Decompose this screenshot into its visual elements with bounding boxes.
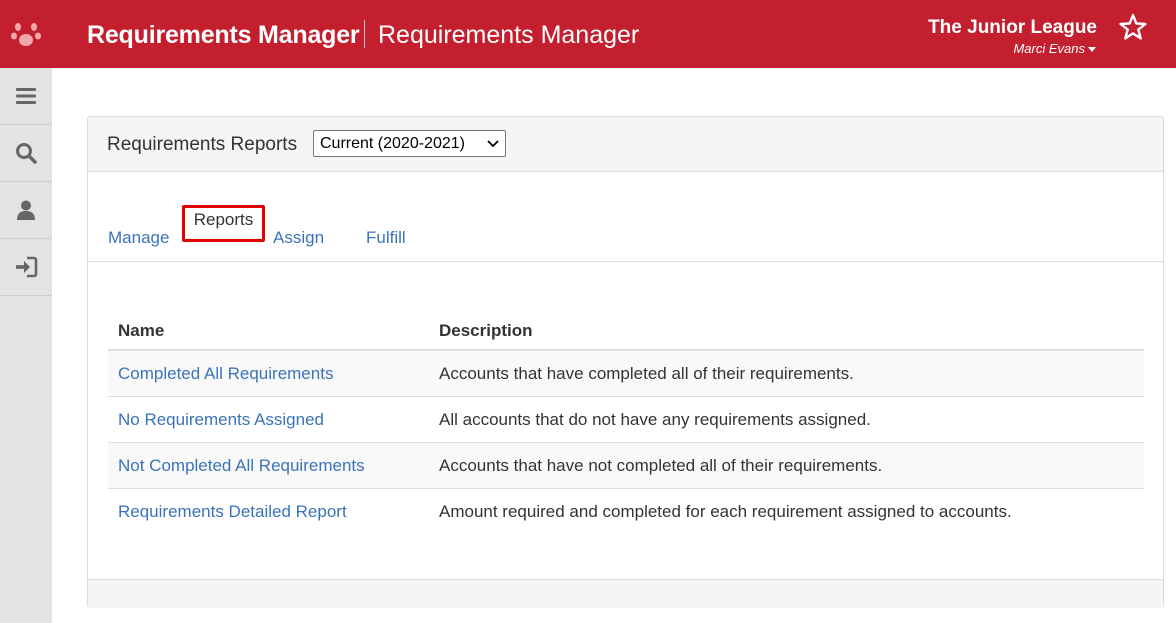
tab-fulfill[interactable]: Fulfill — [366, 227, 406, 249]
user-name: Marci Evans — [1013, 41, 1085, 56]
panel-title: Requirements Reports — [107, 134, 298, 155]
report-description: All accounts that do not have any requir… — [429, 396, 1144, 443]
paw-logo-icon[interactable] — [0, 0, 52, 68]
table-row: Completed All Requirements Accounts that… — [108, 350, 1144, 397]
report-description: Accounts that have not completed all of … — [429, 442, 1144, 489]
panel-heading: Requirements Reports Current (2020-2021) — [88, 117, 1163, 172]
chevron-down-icon — [487, 139, 499, 147]
table-header-row: Name Description — [108, 313, 1144, 351]
table-row: No Requirements Assigned All accounts th… — [108, 396, 1144, 443]
report-description: Accounts that have completed all of thei… — [429, 350, 1144, 397]
table-row: Not Completed All Requirements Accounts … — [108, 442, 1144, 489]
requirements-reports-panel: Requirements Reports Current (2020-2021)… — [87, 116, 1164, 608]
tab-assign[interactable]: Assign — [273, 227, 324, 249]
tab-manage[interactable]: Manage — [108, 227, 169, 249]
star-icon[interactable] — [1118, 12, 1148, 42]
sidebar-logout-button[interactable] — [0, 239, 52, 296]
sign-out-icon — [16, 256, 38, 278]
sidebar-search-button[interactable] — [0, 125, 52, 182]
report-link[interactable]: No Requirements Assigned — [108, 396, 429, 443]
user-icon — [17, 200, 35, 220]
tab-reports[interactable]: Reports — [182, 205, 265, 242]
user-menu[interactable]: Marci Evans — [1013, 41, 1096, 57]
title-divider — [364, 20, 365, 48]
column-header-name: Name — [108, 313, 429, 351]
caret-down-icon — [1088, 46, 1096, 52]
app-title[interactable]: Requirements Manager — [87, 19, 360, 51]
menu-icon — [16, 88, 36, 104]
sidebar-profile-button[interactable] — [0, 182, 52, 239]
report-link[interactable]: Requirements Detailed Report — [108, 488, 429, 534]
organization-name: The Junior League — [928, 17, 1097, 38]
panel-footer — [88, 579, 1163, 608]
year-select[interactable]: Current (2020-2021) — [313, 130, 506, 157]
top-bar: Requirements Manager Requirements Manage… — [0, 0, 1176, 68]
sidebar-menu-button[interactable] — [0, 68, 52, 125]
year-select-value: Current (2020-2021) — [320, 134, 465, 152]
sidebar — [0, 68, 52, 623]
reports-table: Name Description Completed All Requireme… — [108, 313, 1144, 534]
column-header-description: Description — [429, 313, 1144, 351]
table-row: Requirements Detailed Report Amount requ… — [108, 488, 1144, 534]
report-link[interactable]: Not Completed All Requirements — [108, 442, 429, 489]
page-title: Requirements Manager — [378, 21, 640, 49]
tab-bar: Manage Reports Assign Fulfill — [88, 172, 1163, 262]
search-icon — [16, 143, 37, 164]
report-description: Amount required and completed for each r… — [429, 488, 1144, 534]
report-link[interactable]: Completed All Requirements — [108, 350, 429, 397]
